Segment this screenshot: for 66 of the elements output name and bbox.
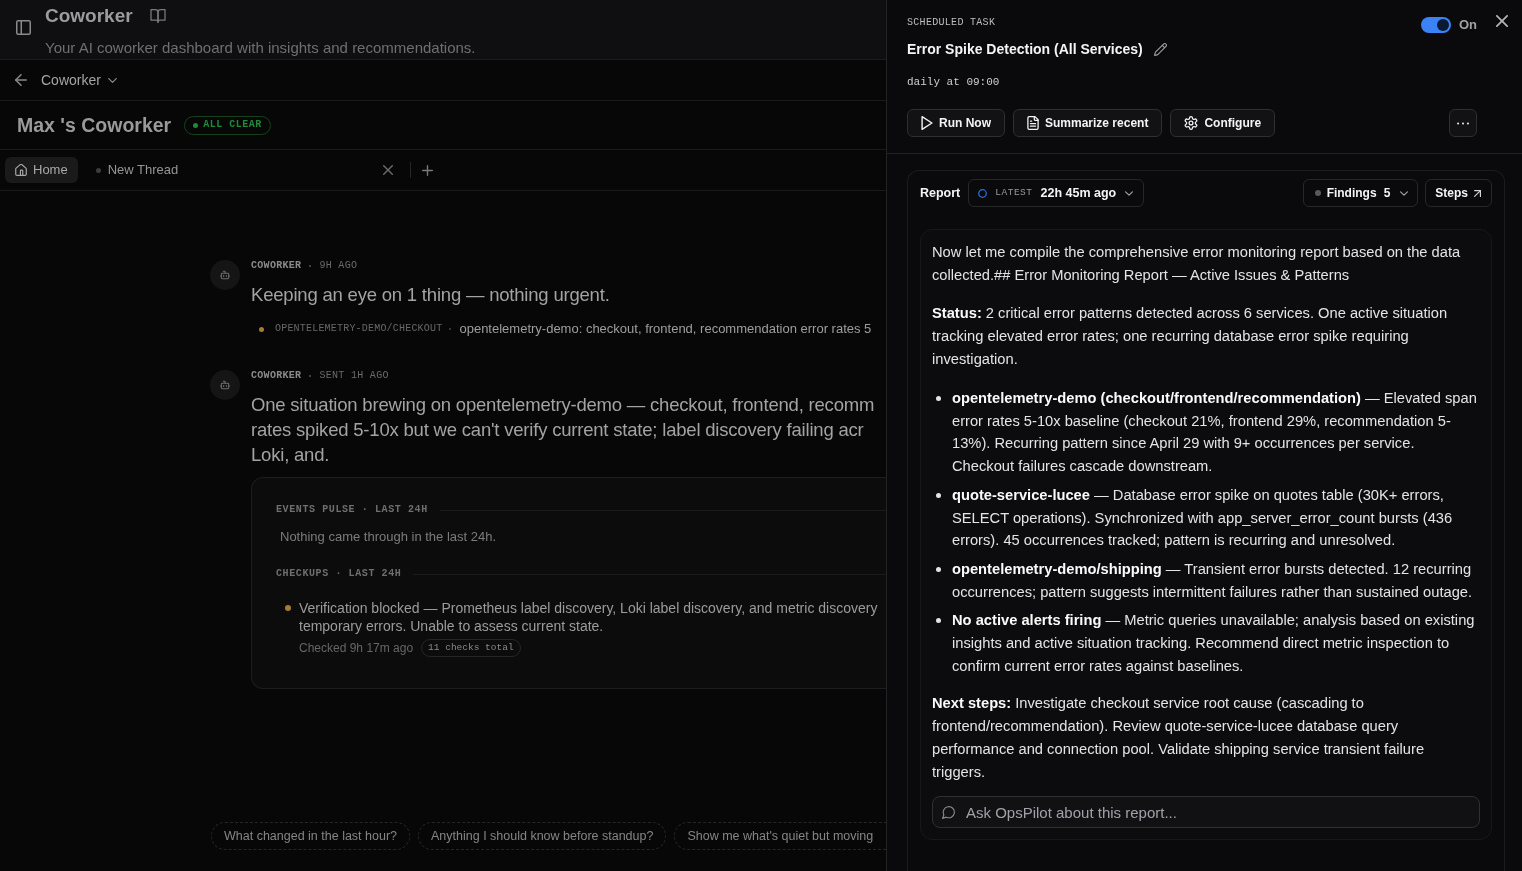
configure-button[interactable]: Configure [1170,109,1276,137]
app-title: Coworker [45,5,133,27]
message-text: rates spiked 5-10x but we can't verify current state; label discovery failing acr [251,418,864,442]
book-icon[interactable] [149,9,166,23]
back-icon[interactable] [15,74,27,86]
toggle-label: On [1458,17,1477,33]
checkup-text: Verification blocked — Prometheus label discovery, Loki label discovery, and metric discovery [299,599,878,617]
plus-icon[interactable] [421,164,433,176]
section-heading: CHECKUPS · LAST 24H [276,568,402,580]
breadcrumb-dropdown[interactable]: Coworker [41,71,117,89]
list-item-text: opentelemetry-demo/shipping — Transient error bursts detected. 12 recurring occurrences; pattern suggests intermittent failures rather than sustained outage. [952,559,1474,602]
empty-state-text: Nothing came through in the last 24h. [280,528,497,546]
more-icon [1457,121,1469,125]
tab[interactable]: New Thread [87,157,187,183]
play-icon [921,116,933,130]
message-text: Keeping an eye on 1 thing — nothing urgent. [251,283,610,307]
sidebar-toggle-icon[interactable] [16,20,31,35]
ask-field[interactable]: Ask OpsPilot about this report... [932,796,1480,829]
author-name: COWORKER [251,370,302,382]
schedule-text: daily at 09:00 [907,76,1000,89]
timestamp: SENT 1H AGO [319,370,389,382]
arrow-up-right-icon [1474,189,1481,197]
section-heading: EVENTS PULSE · LAST 24H [276,504,428,516]
checked-time: Checked 9h 17m ago [299,641,414,655]
toggle-switch[interactable] [1420,17,1451,33]
run-button[interactable]: Run Now [907,109,1005,137]
page-title: Max 's Coworker [17,113,172,137]
timestamp: 9H AGO [319,260,358,272]
steps-button[interactable]: Steps [1425,179,1492,207]
robot-icon [210,370,240,400]
status-text: ALL CLEAR [203,119,262,131]
findings-button[interactable]: Findings 5 [1302,179,1419,207]
home-icon [15,164,27,176]
robot-icon [210,260,240,290]
list-item-text: quote-service-lucee — Database error spike on quotes table (30K+ errors, SELECT operations). Synchronized with app_server_error_count bursts (436 errors). 45 occurrences tracked; pattern is recurring and unresolved. [952,485,1454,551]
list-item-text: opentelemetry-demo (checkout/frontend/recommendation) — Elevated span error rates 5-10x baseline (checkout 21%, frontend 29%, recommendation 5-13%). Recurring pattern since April 29 with 9+ occurrences per service. Checkout failures cascade downstream. [952,389,1478,477]
watch-item-text: opentelemetry-demo: checkout, frontend, recommendation error rates 5 [459,321,872,337]
chevron-down-icon [1400,190,1409,196]
settings-icon [1184,116,1199,130]
bullet-icon [936,492,941,498]
report-paragraph: Now let me compile the comprehensive error monitoring report based on the data collected.## Error Monitoring Report — Active Issues & Patterns [932,243,1462,285]
author-name: COWORKER [251,260,302,272]
bullet-icon [936,396,941,401]
app-subtitle: Your AI coworker dashboard with insights and recommendations. [45,39,476,57]
chevron-down-icon [107,77,117,83]
list-item-text: No active alerts firing — Metric queries unavailable; analysis based on existing insights and active situation tracking. Recommend direct metric inspection to confirm current error rates against baselines. [952,611,1476,676]
pencil-icon[interactable] [1153,42,1167,56]
checkup-text: temporary errors. Unable to assess current state. [299,617,604,635]
document-icon [1027,116,1039,130]
summarize-button[interactable]: Summarize recent [1013,109,1163,137]
chevron-down-icon [1125,190,1134,196]
task-title: Error Spike Detection (All Services) [907,40,1143,58]
source-label: OPENTELEMETRY-DEMO/CHECKOUT [275,323,443,335]
panel-eyebrow: SCHEDULED TASK [907,17,996,29]
report-title: Report [920,185,961,201]
report-paragraph: Status: 2 critical error patterns detected across 6 services. One active situation tracking elevated error rates; one recurring database error spike requiring investigation. [932,304,1449,369]
bullet-icon [936,618,941,624]
ring-icon [978,188,988,198]
chat-bubble-icon [942,806,955,820]
tab[interactable]: Home [5,157,78,183]
run-selector[interactable]: LATEST 22h 45m ago [968,179,1145,207]
message-text: Loki, and. [251,443,330,467]
report-paragraph: Next steps: Investigate checkout service root cause (cascading to frontend/recommendation). Review quote-service-lucee database query performance and connection pool. Validate shipping service transient failure triggers. [932,694,1426,783]
message-text: One situation brewing on opentelemetry-demo — checkout, frontend, recomm [251,393,875,417]
close-icon[interactable] [1496,15,1508,27]
bullet-icon [936,566,941,572]
